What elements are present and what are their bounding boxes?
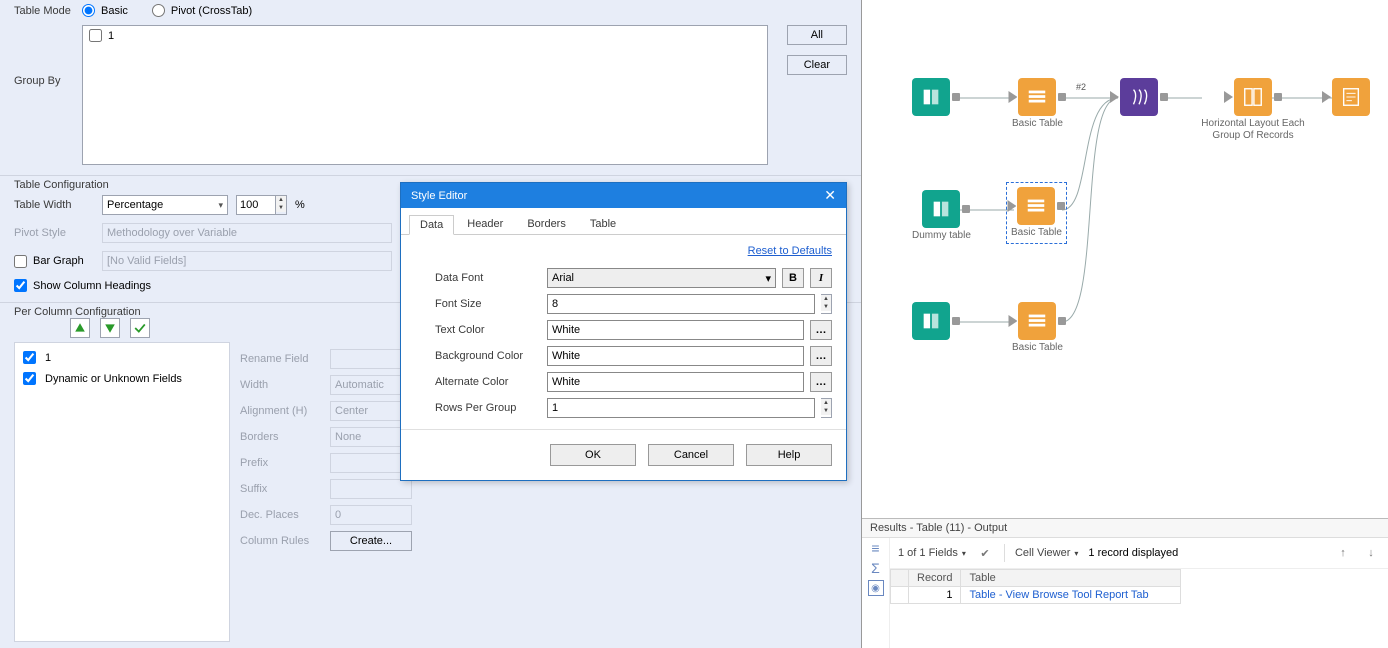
ok-button[interactable]: OK <box>550 444 636 466</box>
alt-color-picker-button[interactable]: … <box>810 372 832 392</box>
arrow-down-icon[interactable]: ↓ <box>1362 544 1380 562</box>
cell-viewer-dropdown[interactable]: Cell Viewer ▾ <box>1015 547 1078 559</box>
suffix-input[interactable] <box>330 479 412 499</box>
canvas-node-input-3[interactable] <box>912 302 950 340</box>
font-size-spinner[interactable]: ▲▼ <box>821 294 832 314</box>
group-by-clear-button[interactable]: Clear <box>787 55 847 75</box>
browse-report-link[interactable]: Table - View Browse Tool Report Tab <box>961 587 1181 604</box>
results-panel: Results - Table (11) - Output ≡ Σ ◉ 1 of… <box>862 518 1388 648</box>
workflow-canvas[interactable]: Basic Table #2 Horizontal Layout Each Gr… <box>862 0 1388 518</box>
move-down-button[interactable] <box>100 318 120 338</box>
check-button[interactable] <box>130 318 150 338</box>
font-size-input[interactable]: 8 <box>547 294 815 314</box>
table-row[interactable]: 1 Table - View Browse Tool Report Tab <box>891 587 1181 604</box>
tab-header[interactable]: Header <box>456 214 514 234</box>
field-item[interactable]: Dynamic or Unknown Fields <box>19 368 225 389</box>
close-icon[interactable]: ✕ <box>824 187 836 204</box>
show-headings-checkbox[interactable]: Show Column Headings <box>14 279 151 292</box>
move-up-button[interactable] <box>70 318 90 338</box>
bold-button[interactable]: B <box>782 268 804 288</box>
reset-defaults-link[interactable]: Reset to Defaults <box>748 245 832 257</box>
italic-button[interactable]: I <box>810 268 832 288</box>
results-metadata-icon[interactable]: Σ <box>871 560 880 576</box>
bg-color-picker-button[interactable]: … <box>810 346 832 366</box>
tab-borders[interactable]: Borders <box>516 214 577 234</box>
canvas-node-dummy-input[interactable]: Dummy table <box>912 190 971 242</box>
table-width-spinner[interactable]: ▲▼ <box>276 195 287 215</box>
results-view-icon[interactable]: ≡ <box>871 540 879 556</box>
canvas-node-basic-table-3[interactable]: Basic Table <box>1012 302 1063 354</box>
record-count-label: 1 record displayed <box>1088 547 1178 559</box>
chevron-down-icon: ▾ <box>218 200 223 211</box>
group-by-label: Group By <box>14 25 74 87</box>
configuration-panel: Table Mode Basic Pivot (CrossTab) Group … <box>0 0 862 648</box>
rows-per-group-input[interactable]: 1 <box>547 398 815 418</box>
group-by-item[interactable]: 1 <box>89 29 761 42</box>
canvas-node-basic-table-selected[interactable]: Basic Table <box>1006 182 1067 244</box>
pivot-style-label: Pivot Style <box>14 227 94 239</box>
style-editor-dialog: Style Editor ✕ Data Header Borders Table… <box>400 182 847 481</box>
table-mode-label: Table Mode <box>14 5 74 17</box>
per-column-field-list[interactable]: 1 Dynamic or Unknown Fields <box>14 342 230 642</box>
canvas-node-transform[interactable] <box>1120 78 1158 116</box>
canvas-node-basic-table[interactable]: Basic Table <box>1012 78 1063 130</box>
canvas-node-output[interactable] <box>1332 78 1370 116</box>
arrow-up-icon[interactable]: ↑ <box>1334 544 1352 562</box>
results-title: Results - Table (11) - Output <box>862 519 1388 538</box>
group-by-all-button[interactable]: All <box>787 25 847 45</box>
rows-per-group-spinner[interactable]: ▲▼ <box>821 398 832 418</box>
canvas-node-layout[interactable]: Horizontal Layout Each Group Of Records <box>1198 78 1308 142</box>
table-width-value-input[interactable] <box>236 195 276 215</box>
group-by-listbox[interactable]: 1 <box>82 25 768 165</box>
alt-color-input[interactable]: White <box>547 372 804 392</box>
results-browse-icon[interactable]: ◉ <box>868 580 884 596</box>
text-color-picker-button[interactable]: … <box>810 320 832 340</box>
canvas-node-input[interactable] <box>912 78 950 116</box>
table-width-label: Table Width <box>14 199 94 211</box>
data-font-select[interactable]: Arial▾ <box>547 268 776 288</box>
column-rules-create-button[interactable]: Create... <box>330 531 412 551</box>
text-color-input[interactable]: White <box>547 320 804 340</box>
tab-table[interactable]: Table <box>579 214 627 234</box>
check-icon[interactable]: ✔ <box>976 544 994 562</box>
dec-places-input[interactable]: 0 <box>330 505 412 525</box>
pivot-style-field: Methodology over Variable <box>102 223 392 243</box>
bar-graph-field: [No Valid Fields] <box>102 251 392 271</box>
tab-data[interactable]: Data <box>409 215 454 235</box>
results-table[interactable]: Record Table 1 Table - View Browse Tool … <box>890 569 1388 604</box>
cancel-button[interactable]: Cancel <box>648 444 734 466</box>
field-item[interactable]: 1 <box>19 347 225 368</box>
dialog-titlebar[interactable]: Style Editor ✕ <box>401 183 846 208</box>
table-width-suffix: % <box>295 199 305 211</box>
fields-dropdown[interactable]: 1 of 1 Fields ▾ <box>898 547 966 559</box>
table-mode-basic-radio[interactable]: Basic <box>82 4 128 17</box>
table-mode-pivot-radio[interactable]: Pivot (CrossTab) <box>152 4 252 17</box>
bar-graph-checkbox[interactable]: Bar Graph <box>14 255 94 268</box>
help-button[interactable]: Help <box>746 444 832 466</box>
anchor-label: #2 <box>1076 82 1086 92</box>
table-width-unit-select[interactable]: Percentage ▾ <box>102 195 228 215</box>
bg-color-input[interactable]: White <box>547 346 804 366</box>
